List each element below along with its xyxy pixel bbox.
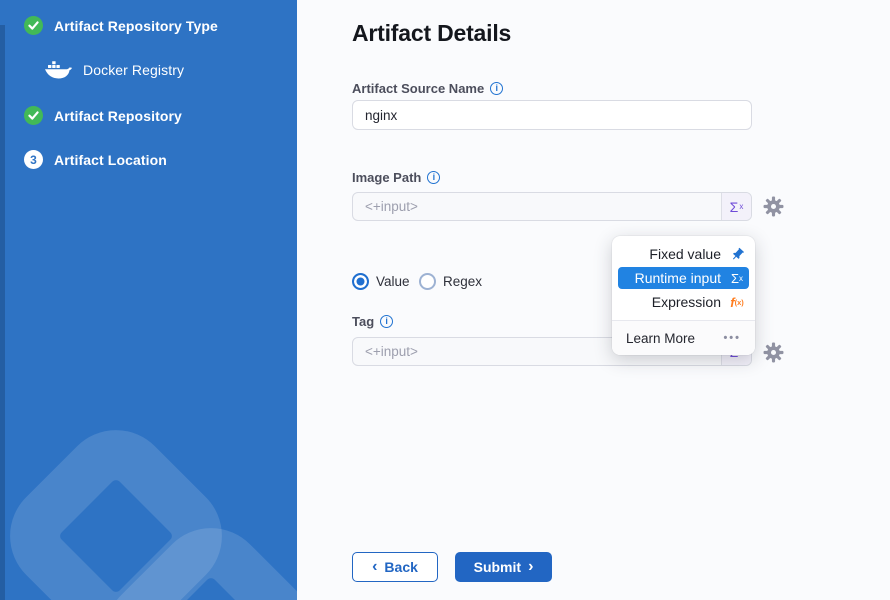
source-name-label: Artifact Source Name	[352, 81, 484, 96]
pin-icon	[728, 247, 746, 262]
sidebar-step-artifact-repository[interactable]: Artifact Repository	[24, 106, 182, 125]
wizard-sidebar: Artifact Repository Type Docker Registry…	[0, 0, 297, 600]
menu-item-label: Runtime input	[635, 270, 721, 286]
submit-button[interactable]: Submit ›	[455, 552, 552, 582]
step-label: Artifact Location	[54, 152, 167, 168]
menu-item-runtime-input[interactable]: Runtime input Σx	[618, 267, 749, 289]
sigma-icon: Σx	[728, 271, 746, 286]
ellipsis-icon: •••	[723, 332, 741, 344]
step-label: Artifact Repository Type	[54, 18, 218, 34]
radio-value-label: Value	[376, 274, 410, 289]
chevron-right-icon: ›	[528, 559, 533, 575]
source-name-label-row: Artifact Source Name i	[352, 81, 503, 96]
submit-button-label: Submit	[474, 559, 521, 575]
info-icon[interactable]: i	[490, 82, 503, 95]
sidebar-step-artifact-repository-type[interactable]: Artifact Repository Type	[24, 16, 218, 35]
image-path-label-row: Image Path i	[352, 170, 440, 185]
step-complete-check-icon	[24, 16, 43, 35]
tag-settings-gear-icon[interactable]	[763, 342, 784, 363]
back-button-label: Back	[384, 559, 417, 575]
tag-label: Tag	[352, 314, 374, 329]
image-path-input[interactable]	[353, 193, 721, 220]
tag-label-row: Tag i	[352, 314, 393, 329]
learn-more-label: Learn More	[626, 331, 695, 346]
image-path-field: Σx	[352, 192, 752, 221]
radio-value[interactable]: Value	[352, 273, 410, 290]
brand-watermark	[0, 350, 297, 600]
menu-item-label: Fixed value	[649, 246, 721, 262]
step-number-badge: 3	[24, 150, 43, 169]
step-complete-check-icon	[24, 106, 43, 125]
radio-regex[interactable]: Regex	[419, 273, 482, 290]
info-icon[interactable]: i	[427, 171, 440, 184]
page-title: Artifact Details	[352, 20, 511, 47]
sidebar-substep-docker-registry[interactable]: Docker Registry	[44, 59, 184, 80]
menu-item-fixed-value[interactable]: Fixed value	[612, 242, 755, 266]
runtime-input-sigma-chip[interactable]: Σx	[721, 193, 751, 220]
sidebar-scrollbar	[0, 25, 5, 600]
docker-whale-icon	[44, 59, 72, 80]
back-button[interactable]: ‹ Back	[352, 552, 438, 582]
chevron-left-icon: ‹	[372, 559, 377, 575]
expression-fx-icon: f(x)	[728, 295, 746, 310]
radio-regex-label: Regex	[443, 274, 482, 289]
radio-unselected-icon[interactable]	[419, 273, 436, 290]
sigma-icon: Σ	[730, 199, 739, 215]
menu-item-expression[interactable]: Expression f(x)	[612, 290, 755, 314]
step-label: Docker Registry	[83, 62, 184, 78]
menu-footer-learn-more[interactable]: Learn More •••	[612, 321, 755, 355]
image-path-settings-gear-icon[interactable]	[763, 196, 784, 217]
sigma-sup: x	[739, 202, 743, 211]
step-label: Artifact Repository	[54, 108, 182, 124]
info-icon[interactable]: i	[380, 315, 393, 328]
image-path-label: Image Path	[352, 170, 421, 185]
artifact-source-name-input[interactable]	[352, 100, 752, 130]
input-type-dropdown-menu: Fixed value Runtime input Σx Expression …	[612, 236, 755, 355]
radio-selected-icon[interactable]	[352, 273, 369, 290]
menu-item-label: Expression	[652, 294, 721, 310]
sidebar-step-artifact-location[interactable]: 3 Artifact Location	[24, 150, 167, 169]
